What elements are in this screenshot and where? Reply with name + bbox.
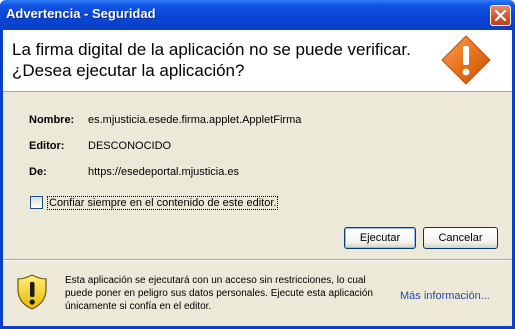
run-button[interactable]: Ejecutar [344,227,416,249]
security-warning-dialog: Advertencia - Seguridad La firma digital… [0,0,515,329]
warning-diamond-icon [441,35,491,85]
header-message-line1: La firma digital de la aplicación no se … [12,40,411,59]
dialog-body: La firma digital de la aplicación no se … [3,30,512,326]
trust-publisher-checkbox[interactable] [30,196,43,209]
detail-label: De: [29,166,47,178]
detail-label: Nombre: [29,114,75,126]
detail-value: DESCONOCIDO [88,140,172,152]
close-button[interactable] [490,5,511,26]
message-header: La firma digital de la aplicación no se … [3,30,512,92]
close-icon [495,10,506,21]
title-bar[interactable]: Advertencia - Seguridad [0,0,515,30]
header-message-line2: ¿Desea ejecutar la aplicación? [12,61,245,80]
warning-shield-icon [17,274,47,310]
header-message: La firma digital de la aplicación no se … [12,39,411,81]
more-info-link[interactable]: Más información... [400,290,490,302]
warning-footer: Esta aplicación se ejecutará con un acce… [3,261,512,326]
trust-publisher-label[interactable]: Confiar siempre en el contenido de este … [47,196,279,210]
detail-value: https://esedeportal.mjusticia.es [88,166,240,178]
detail-value: es.mjusticia.esede.firma.applet.AppletFi… [88,114,302,126]
detail-label: Editor: [29,140,65,152]
warning-text: Esta aplicación se ejecutará con un acce… [65,275,373,312]
window-title: Advertencia - Seguridad [6,6,156,21]
cancel-button[interactable]: Cancelar [423,227,498,249]
